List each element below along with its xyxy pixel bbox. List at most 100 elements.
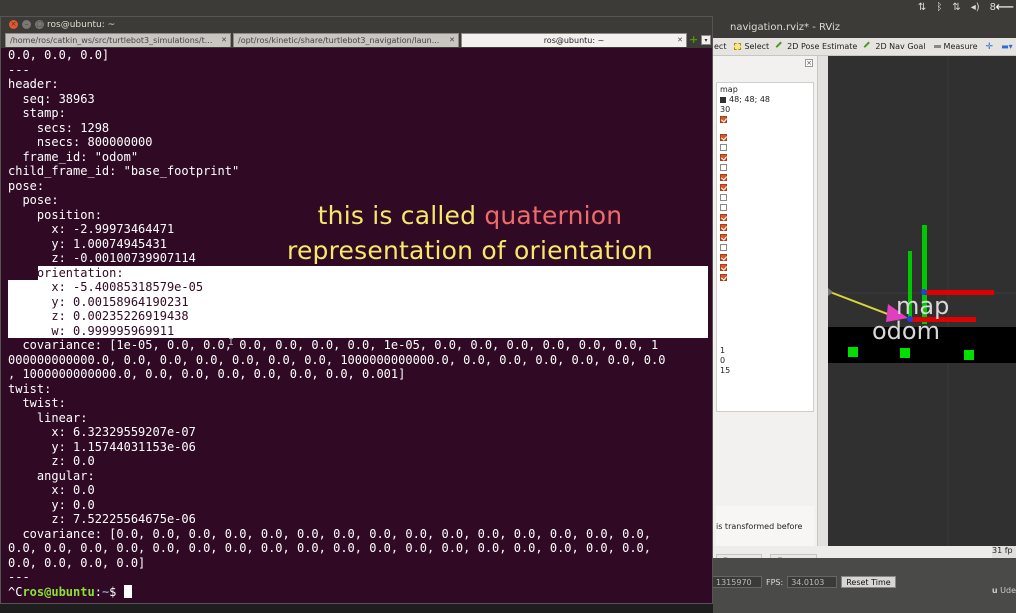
close-icon[interactable]: × [805, 59, 813, 67]
display-enabled-checkbox[interactable] [720, 174, 727, 181]
display-enabled-checkbox[interactable] [720, 274, 727, 281]
caption-accent: quaternion [484, 201, 623, 230]
display-enabled-checkbox[interactable] [720, 194, 727, 201]
time-panel: 1315970 FPS: 34.0103 Reset Time u Ude [712, 558, 1016, 613]
display-checkbox-row [720, 163, 727, 172]
select-icon [734, 43, 742, 50]
display-enabled-checkbox[interactable] [720, 154, 727, 161]
color-swatch [720, 96, 726, 103]
value-1[interactable]: 1 [720, 346, 725, 355]
ros-elapsed-field[interactable]: 1315970 [712, 576, 762, 588]
display-enabled-checkbox[interactable] [720, 254, 727, 261]
map-frame-label: map [896, 292, 949, 320]
logout-arrow-icon[interactable]: ⟵ [995, 0, 1014, 15]
reset-time-button[interactable]: Reset Time [841, 576, 896, 588]
display-checkbox-row [720, 243, 727, 252]
desktop-bottom-strip [0, 604, 713, 613]
network-icon[interactable]: ⇅ [952, 2, 960, 13]
display-checkbox-row [720, 273, 727, 282]
display-enabled-checkbox[interactable] [720, 264, 727, 271]
display-checkbox-row [720, 173, 727, 182]
close-icon[interactable]: ✕ [449, 36, 455, 44]
terminal-tabs: /home/ros/catkin_ws/src/turtlebot3_simul… [1, 33, 712, 48]
terminal-output[interactable]: 0.0, 0.0, 0.0] --- header: seq: 38963 stam… [1, 48, 712, 603]
display-checkbox-row [720, 115, 727, 124]
output-line: 0.0, 0.0, 0.0, 0.0] [8, 555, 146, 570]
display-enabled-checkbox[interactable] [720, 134, 727, 141]
crosshair-tool[interactable]: ✛ [986, 42, 994, 52]
output-line: secs: 1298 [8, 120, 110, 135]
terminal-window: × – □ ros@ubuntu: ~ /home/ros/catkin_ws/… [0, 16, 713, 604]
bluetooth-icon[interactable]: ᛒ [936, 2, 942, 13]
display-checkbox-row [720, 143, 727, 152]
close-icon[interactable]: ✕ [677, 36, 683, 44]
rviz-toolbar: ect Select 2D Pose Estimate 2D Nav Goal … [712, 38, 1016, 56]
output-line: --- [8, 62, 30, 77]
background-color-value[interactable]: 48; 48; 48 [720, 95, 770, 104]
tool-dropdown[interactable]: ▬▾ [1001, 42, 1013, 51]
nav-goal-tool[interactable]: 2D Nav Goal [863, 41, 926, 52]
frame-rate-value[interactable]: 30 [720, 105, 730, 114]
display-checkbox-row [720, 133, 727, 142]
tab-menu-icon[interactable]: ▾ [701, 35, 711, 45]
ruler-icon [933, 45, 941, 48]
pose-estimate-tool[interactable]: 2D Pose Estimate [775, 41, 857, 52]
odom-frame-label: odom [872, 317, 940, 345]
close-icon[interactable]: ✕ [221, 36, 227, 44]
display-enabled-checkbox[interactable] [720, 164, 727, 171]
display-enabled-checkbox[interactable] [720, 244, 727, 251]
interact-tool[interactable]: ect [714, 42, 726, 51]
output-line: linear: [8, 410, 88, 425]
display-checkbox-row [720, 193, 727, 202]
value-3[interactable]: 15 [720, 366, 730, 375]
output-line: twist: [8, 396, 66, 410]
display-enabled-checkbox[interactable] [720, 116, 727, 123]
tab-turtlebot3-simulations[interactable]: /home/ros/catkin_ws/src/turtlebot3_simul… [5, 33, 231, 47]
fps-field[interactable]: 34.0103 [787, 576, 838, 588]
time-fields: 1315970 FPS: 34.0103 Reset Time [712, 576, 896, 588]
display-checkbox-row [720, 223, 727, 232]
fixed-frame-value[interactable]: map [720, 85, 738, 94]
output-lines: 0.0, 0.0, 0.0] --- header: seq: 38963 stam… [8, 48, 712, 585]
output-line: y: 1.15744031153e-06 [8, 439, 196, 454]
output-line: , 1000000000000.0, 0.0, 0.0, 0.0, 0.0, 0… [8, 367, 406, 381]
displays-tree: map 48; 48; 48 30 1 0 15 [716, 82, 814, 412]
display-enabled-checkbox[interactable] [720, 144, 727, 151]
goal-marker [900, 348, 910, 358]
display-enabled-checkbox[interactable] [720, 224, 727, 231]
shell-prompt[interactable]: ^Cros@ubuntu:~$ [8, 584, 712, 600]
select-tool[interactable]: Select [734, 42, 769, 51]
close-icon[interactable]: × [9, 20, 18, 29]
measure-tool[interactable]: Measure [933, 42, 978, 51]
volume-icon[interactable]: ◂) [971, 2, 980, 13]
display-checkbox-row [720, 233, 727, 242]
output-line: pose: [8, 178, 45, 193]
pose-arrow-icon [775, 41, 786, 52]
goal-marker [848, 347, 858, 357]
output-line: z: 0.0 [8, 454, 95, 468]
rviz-window: navigation.rviz* - RViz ect Select 2D Po… [712, 16, 1016, 613]
maximize-icon[interactable]: □ [35, 20, 44, 29]
display-enabled-checkbox[interactable] [720, 204, 727, 211]
output-line: child_frame_id: "base_footprint" [8, 164, 240, 178]
output-line: header: [8, 77, 59, 91]
displays-panel: × map 48; 48; 48 30 1 0 15 is transforme… [712, 56, 818, 566]
new-tab-icon[interactable]: + [689, 34, 699, 45]
terminal-title: ros@ubuntu: ~ [47, 20, 116, 30]
minimize-icon[interactable]: – [22, 20, 31, 29]
keyboard-icon[interactable]: ⇅ [918, 2, 926, 13]
display-enabled-checkbox[interactable] [720, 214, 727, 221]
tab-ros-ubuntu[interactable]: ros@ubuntu: ~ ✕ [461, 33, 687, 47]
panel-splitter[interactable] [818, 56, 828, 546]
value-2[interactable]: 0 [720, 356, 725, 365]
display-checkbox-row [720, 203, 727, 212]
3d-viewport[interactable]: map odom [828, 56, 1016, 546]
output-line: 0.0, 0.0, 0.0, 0.0, 0.0, 0.0, 0.0, 0.0, … [8, 541, 651, 555]
output-line: twist: [8, 381, 52, 396]
display-enabled-checkbox[interactable] [720, 184, 727, 191]
display-checkbox-row [720, 253, 727, 262]
watermark-logo: u Ude [991, 586, 1016, 595]
display-enabled-checkbox[interactable] [720, 234, 727, 241]
udemy-logo-icon: u [991, 586, 998, 595]
tab-turtlebot3-navigation[interactable]: /opt/ros/kinetic/share/turtlebot3_naviga… [233, 33, 459, 47]
